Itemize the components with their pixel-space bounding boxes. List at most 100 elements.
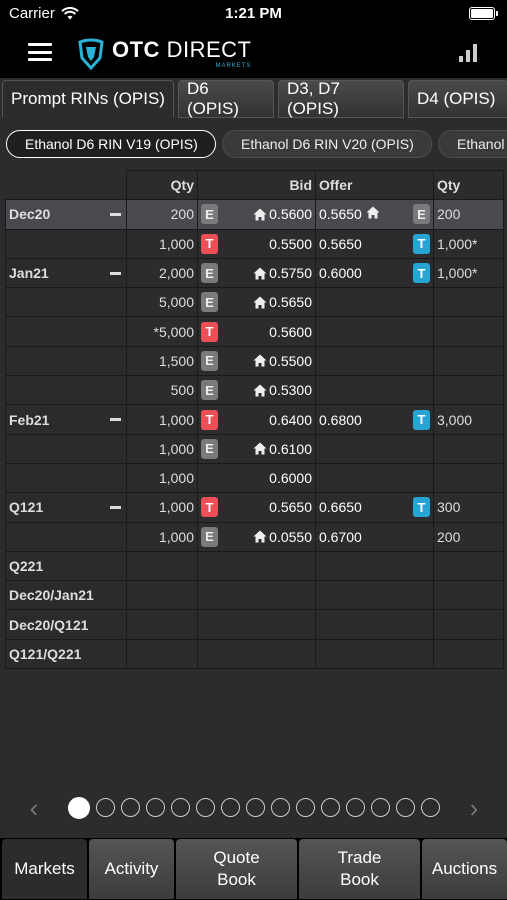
badge-t-blue[interactable]: T <box>413 233 430 254</box>
table-row[interactable]: 1,000 E 0.0550 0.6700 200 <box>5 521 504 552</box>
badge-t-blue[interactable]: T <box>413 409 430 430</box>
page-dot[interactable] <box>346 798 365 817</box>
offer-cell[interactable] <box>315 287 434 318</box>
page-dot[interactable] <box>246 798 265 817</box>
bid-qty-cell[interactable]: 1,000 <box>126 462 198 494</box>
table-row[interactable]: Feb21 1,000 T 0.6400 0.6800 T 3,000 <box>5 404 504 435</box>
offer-qty-cell[interactable] <box>433 462 504 494</box>
bid-cell[interactable]: E 0.6100 <box>197 433 316 464</box>
offer-cell[interactable]: 0.6000 T <box>315 257 434 289</box>
table-row[interactable]: Dec20 200 E 0.5600 0.5650 E 200 <box>5 199 504 230</box>
bid-cell[interactable]: E 0.5650 <box>197 287 316 318</box>
badge-e[interactable]: E <box>413 204 430 225</box>
page-dot[interactable] <box>68 797 90 819</box>
offer-cell[interactable] <box>315 316 434 347</box>
bid-cell[interactable] <box>197 609 316 640</box>
page-dot[interactable] <box>196 798 215 817</box>
badge-e[interactable]: E <box>201 292 218 313</box>
bid-cell[interactable]: T 0.5600 <box>197 316 316 347</box>
bid-cell[interactable] <box>197 638 316 670</box>
page-dot[interactable] <box>171 798 190 817</box>
offer-cell[interactable] <box>315 433 434 464</box>
table-row[interactable]: Dec20/Q121 <box>5 609 504 640</box>
offer-qty-cell[interactable] <box>433 433 504 464</box>
bid-qty-cell[interactable]: 1,000 <box>126 521 198 552</box>
page-dot[interactable] <box>271 798 290 817</box>
chevron-right-icon[interactable]: › <box>462 795 486 821</box>
chip-ethanol-d6-v20[interactable]: Ethanol D6 RIN V20 (OPIS) <box>222 130 432 158</box>
offer-qty-cell[interactable]: 200 <box>433 521 504 552</box>
offer-cell[interactable] <box>315 345 434 377</box>
bid-qty-cell[interactable]: 1,000 <box>126 433 198 464</box>
badge-e[interactable]: E <box>201 380 218 401</box>
chip-ethanol-d6-v19[interactable]: Ethanol D6 RIN V19 (OPIS) <box>6 130 216 158</box>
bid-cell[interactable]: T 0.6400 <box>197 404 316 435</box>
menu-icon[interactable] <box>28 43 52 61</box>
signal-bars-icon[interactable] <box>459 42 479 62</box>
badge-t-red[interactable]: T <box>201 321 218 342</box>
bid-cell[interactable]: E 0.5600 <box>197 199 316 230</box>
offer-qty-cell[interactable] <box>433 375 504 406</box>
table-row[interactable]: Jan21 2,000 E 0.5750 0.6000 T 1,000* <box>5 257 504 289</box>
tab-markets[interactable]: Markets <box>2 839 87 899</box>
offer-cell[interactable] <box>315 375 434 406</box>
collapse-icon[interactable] <box>110 271 121 275</box>
badge-t-red[interactable]: T <box>201 497 218 518</box>
offer-qty-cell[interactable] <box>433 638 504 670</box>
offer-qty-cell[interactable] <box>433 345 504 377</box>
offer-cell[interactable]: 0.5650 E <box>315 199 434 230</box>
offer-qty-cell[interactable]: 300 <box>433 492 504 523</box>
offer-qty-cell[interactable]: 1,000* <box>433 228 504 259</box>
collapse-icon[interactable] <box>110 506 121 510</box>
tab-trade-book[interactable]: Trade Book <box>299 839 420 899</box>
offer-cell[interactable] <box>315 462 434 494</box>
tab-d3-d7[interactable]: D3, D7 (OPIS) <box>278 80 404 118</box>
table-row[interactable]: 1,000 T 0.5500 0.5650 T 1,000* <box>5 228 504 259</box>
bid-qty-cell[interactable]: 1,000 <box>126 404 198 435</box>
badge-t-blue[interactable]: T <box>413 497 430 518</box>
table-row[interactable]: 1,500 E 0.5500 <box>5 345 504 377</box>
tab-d4[interactable]: D4 (OPIS) <box>408 80 507 118</box>
offer-cell[interactable]: 0.6700 <box>315 521 434 552</box>
table-row[interactable]: 1,000 E 0.6100 <box>5 433 504 464</box>
table-row[interactable]: Q221 <box>5 550 504 582</box>
badge-e[interactable]: E <box>201 263 218 284</box>
page-dot[interactable] <box>321 798 340 817</box>
tab-quote-book[interactable]: Quote Book <box>176 839 297 899</box>
bid-cell[interactable]: E 0.5500 <box>197 345 316 377</box>
table-row[interactable]: Dec20/Jan21 <box>5 580 504 611</box>
bid-cell[interactable]: T 0.5500 <box>197 228 316 259</box>
badge-t-red[interactable]: T <box>201 233 218 254</box>
page-dot[interactable] <box>371 798 390 817</box>
table-row[interactable]: 1,000 0.6000 <box>5 462 504 494</box>
tab-prompt-rins[interactable]: Prompt RINs (OPIS) <box>2 80 174 118</box>
offer-qty-cell[interactable] <box>433 287 504 318</box>
tab-activity[interactable]: Activity <box>89 839 174 899</box>
bid-cell[interactable]: E 0.0550 <box>197 521 316 552</box>
offer-qty-cell[interactable] <box>433 580 504 611</box>
offer-cell[interactable]: 0.5650 T <box>315 228 434 259</box>
offer-qty-cell[interactable]: 1,000* <box>433 257 504 289</box>
page-dot[interactable] <box>421 798 440 817</box>
bid-cell[interactable] <box>197 550 316 582</box>
table-row[interactable]: 500 E 0.5300 <box>5 375 504 406</box>
table-row[interactable]: 5,000 E 0.5650 <box>5 287 504 318</box>
chevron-left-icon[interactable]: ‹ <box>22 795 46 821</box>
bid-qty-cell[interactable] <box>126 550 198 582</box>
bid-qty-cell[interactable]: *5,000 <box>126 316 198 347</box>
offer-qty-cell[interactable]: 200 <box>433 199 504 230</box>
bid-qty-cell[interactable]: 1,000 <box>126 492 198 523</box>
bid-qty-cell[interactable]: 1,000 <box>126 228 198 259</box>
offer-qty-cell[interactable] <box>433 609 504 640</box>
badge-e[interactable]: E <box>201 350 218 371</box>
table-row[interactable]: *5,000 T 0.5600 <box>5 316 504 347</box>
offer-cell[interactable] <box>315 580 434 611</box>
offer-qty-cell[interactable]: 3,000 <box>433 404 504 435</box>
tab-d6[interactable]: D6 (OPIS) <box>178 80 274 118</box>
table-row[interactable]: Q121/Q221 <box>5 638 504 670</box>
bid-qty-cell[interactable]: 1,500 <box>126 345 198 377</box>
page-dot[interactable] <box>96 798 115 817</box>
bid-cell[interactable]: T 0.5650 <box>197 492 316 523</box>
page-dot[interactable] <box>396 798 415 817</box>
bid-cell[interactable]: E 0.5750 <box>197 257 316 289</box>
